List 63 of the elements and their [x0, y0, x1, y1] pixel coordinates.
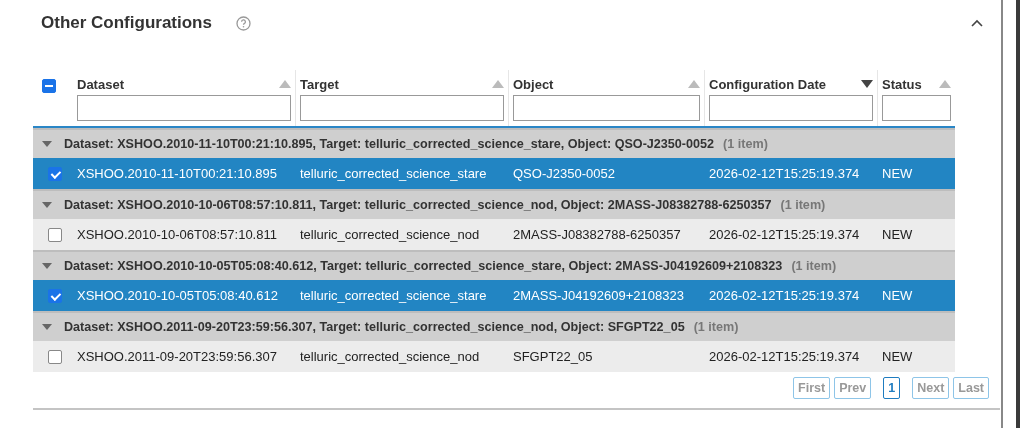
table-cell: 2026-02-12T15:25:19.374 [709, 349, 860, 364]
section-title: Other Configurations [41, 13, 212, 33]
group-header[interactable]: Dataset: XSHOO.2010-10-06T08:57:10.811, Target: telluric_corrected_science_nod, Object: 2MASS-J08382788-6250357 (1 item) [33, 189, 955, 219]
table-cell: SFGPT22_05 [513, 349, 593, 364]
table-cell: NEW [882, 349, 913, 364]
table-cell: NEW [882, 166, 913, 181]
group-label: Dataset: XSHOO.2011-09-20T23:59:56.307, Target: telluric_corrected_science_nod, Object: SFGPT22_05 [64, 320, 685, 334]
collapse-triangle-icon[interactable] [41, 323, 53, 331]
item-count: (1 item) [791, 259, 837, 273]
row-checkbox[interactable] [48, 166, 62, 181]
group-label: Dataset: XSHOO.2010-10-06T08:57:10.811, Target: telluric_corrected_science_nod, Object: 2MASS-J08382788-6250357 [64, 198, 772, 212]
item-count: (1 item) [780, 198, 826, 212]
collapse-triangle-icon[interactable] [41, 140, 53, 148]
column-header[interactable]: Configuration Date [709, 76, 826, 92]
table-cell: XSHOO.2011-09-20T23:59:56.307 [77, 349, 277, 364]
table-cell: telluric_corrected_science_stare [300, 166, 487, 181]
table-row[interactable]: XSHOO.2010-10-06T08:57:10.811 telluric_corrected_science_nod 2MASS-J08382788-6250357 2026-02-12T15:25:19.374 NEW [33, 219, 955, 250]
table-row[interactable]: XSHOO.2011-09-20T23:59:56.307 telluric_corrected_science_nod SFGPT22_05 2026-02-12T15:25:19.374 NEW [33, 341, 955, 372]
table-cell: XSHOO.2010-11-10T00:21:10.895 [77, 166, 277, 181]
table-cell: NEW [882, 288, 913, 303]
column-header[interactable]: Status [882, 76, 922, 92]
table-cell: 2026-02-12T15:25:19.374 [709, 227, 860, 242]
table-cell: 2026-02-12T15:25:19.374 [709, 166, 860, 181]
filter-field[interactable] [300, 95, 504, 121]
row-checkbox[interactable] [48, 288, 62, 303]
sort-icon[interactable] [279, 80, 291, 88]
table-cell: XSHOO.2010-10-05T05:08:40.612 [77, 288, 278, 303]
table-cell: XSHOO.2010-10-06T08:57:10.811 [77, 227, 277, 242]
table-cell: QSO-J2350-0052 [513, 166, 615, 181]
filter-field[interactable] [882, 95, 951, 121]
group-label: Dataset: XSHOO.2010-10-05T05:08:40.612, Target: telluric_corrected_science_stare, Object: 2MASS-J04192609+2108323 [64, 259, 783, 273]
row-checkbox[interactable] [48, 227, 62, 242]
page-button[interactable]: 1 [883, 377, 901, 399]
table-row[interactable]: XSHOO.2010-11-10T00:21:10.895 telluric_corrected_science_stare QSO-J2350-0052 2026-02-12T15:25:19.374 NEW [33, 158, 955, 189]
group-label: Dataset: XSHOO.2010-11-10T00:21:10.895, Target: telluric_corrected_science_stare, Object: QSO-J2350-0052 [64, 137, 715, 151]
group-header[interactable]: Dataset: XSHOO.2010-11-10T00:21:10.895, Target: telluric_corrected_science_stare, Object: QSO-J2350-0052 (1 item) [33, 128, 955, 158]
table-cell: 2MASS-J04192609+2108323 [513, 288, 684, 303]
sort-icon[interactable] [688, 80, 700, 88]
column-header[interactable]: Dataset [77, 76, 124, 92]
item-count: (1 item) [723, 137, 768, 151]
sort-icon[interactable] [939, 80, 951, 88]
sort-icon[interactable] [492, 80, 504, 88]
row-checkbox[interactable] [48, 349, 62, 364]
collapse-triangle-icon[interactable] [41, 262, 53, 270]
sort-descending-icon[interactable] [861, 80, 873, 88]
table-cell: NEW [882, 227, 913, 242]
column-header[interactable]: Object [513, 76, 554, 92]
column-header[interactable]: Target [300, 76, 339, 92]
group-header[interactable]: Dataset: XSHOO.2011-09-20T23:59:56.307, Target: telluric_corrected_science_nod, Object: SFGPT22_05 (1 item) [33, 311, 955, 341]
filter-field[interactable] [709, 95, 873, 121]
help-icon[interactable] [235, 15, 251, 31]
group-header[interactable]: Dataset: XSHOO.2010-10-05T05:08:40.612, Target: telluric_corrected_science_stare, Object: 2MASS-J04192609+2108323 (1 item) [33, 250, 955, 280]
select-all-checkbox[interactable] [42, 79, 56, 93]
table-cell: telluric_corrected_science_stare [300, 288, 487, 303]
filter-field[interactable] [513, 95, 700, 121]
table-cell: telluric_corrected_science_nod [300, 227, 480, 242]
item-count: (1 item) [693, 320, 739, 334]
table-cell: 2MASS-J08382788-6250357 [513, 227, 681, 242]
table-cell: 2026-02-12T15:25:19.374 [709, 288, 860, 303]
filter-field[interactable] [77, 95, 291, 121]
table-row[interactable]: XSHOO.2010-10-05T05:08:40.612 telluric_corrected_science_stare 2MASS-J04192609+2108323 2026-02-12T15:25:19.374 NEW [33, 280, 955, 311]
collapse-triangle-icon[interactable] [41, 201, 53, 209]
table-cell: telluric_corrected_science_nod [300, 349, 480, 364]
